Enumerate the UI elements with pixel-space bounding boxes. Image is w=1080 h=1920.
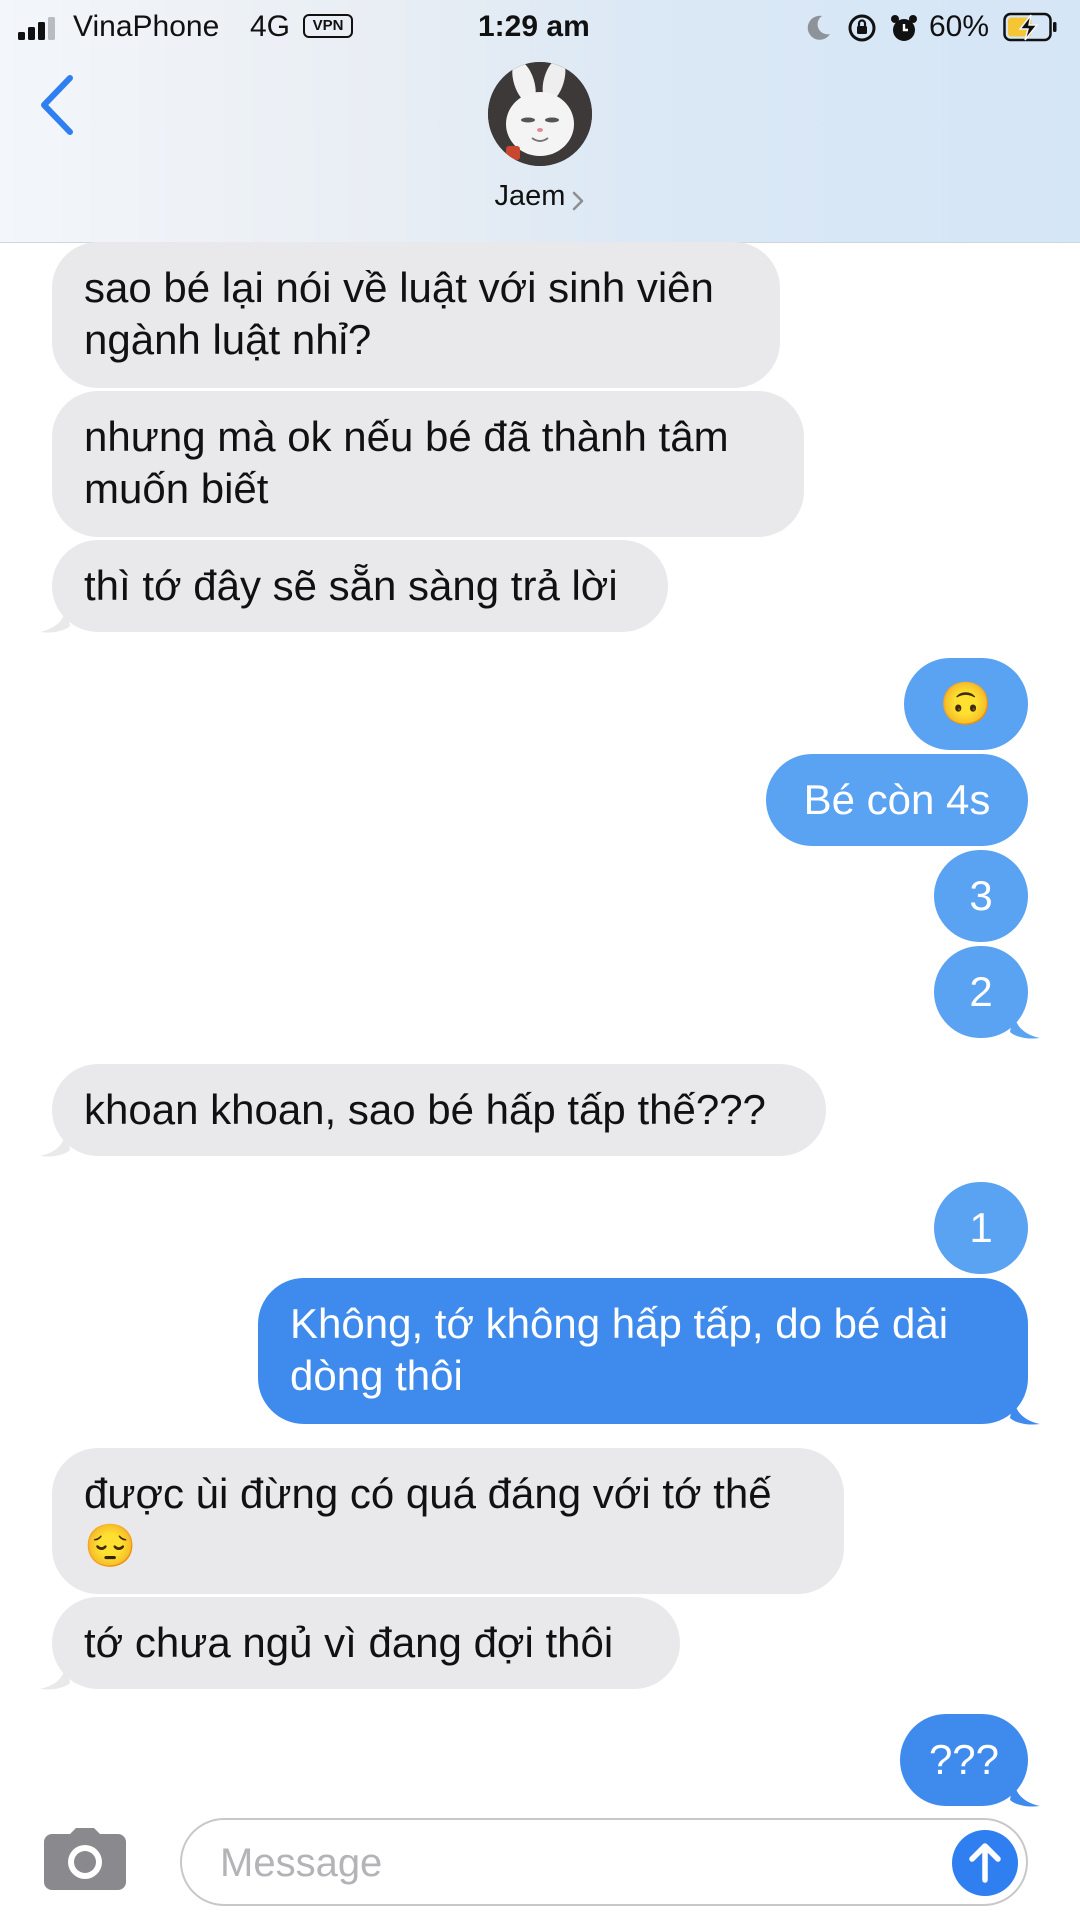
incoming-bubble-tail <box>40 1128 70 1157</box>
message-field[interactable] <box>180 1818 1028 1906</box>
battery-icon <box>1003 12 1057 42</box>
message-text: ??? <box>928 1736 1000 1783</box>
incoming-message[interactable]: được ùi đừng có quá đáng với tớ thế 😔 <box>52 1448 844 1594</box>
contact-avatar[interactable] <box>488 62 592 166</box>
send-button[interactable] <box>952 1830 1018 1896</box>
back-button[interactable] <box>36 72 82 138</box>
message-text: Không, tớ không hấp tấp, do bé dài dòng … <box>290 1300 949 1399</box>
moon-icon <box>807 15 830 40</box>
message-input[interactable] <box>218 1834 902 1892</box>
contact-name-row[interactable]: Jaem <box>0 176 1080 216</box>
incoming-message[interactable]: sao bé lại nói về luật với sinh viên ngà… <box>52 242 780 388</box>
network-type: 4G <box>250 10 291 43</box>
message-text: 🙃 <box>939 680 993 727</box>
carrier-name: VinaPhone <box>73 10 220 43</box>
clock: 1:29 am <box>478 10 590 43</box>
incoming-message[interactable]: nhưng mà ok nếu bé đã thành tâm muốn biế… <box>52 391 804 537</box>
signal-strength-icon <box>18 16 62 40</box>
message-text: khoan khoan, sao bé hấp tấp thế??? <box>84 1086 766 1133</box>
message-text: 2 <box>969 968 993 1015</box>
message-text: Bé còn 4s <box>803 776 991 823</box>
bunny-avatar-image <box>488 62 592 166</box>
incoming-bubble-tail <box>40 604 70 633</box>
camera-icon <box>44 1828 126 1890</box>
messages-screen: VinaPhone 4G VPN 1:29 am 60% Jaem sao bé… <box>0 0 1080 1920</box>
alarm-icon <box>891 15 917 41</box>
incoming-message[interactable]: thì tớ đây sẽ sẵn sàng trả lời <box>52 540 668 632</box>
message-text: được ùi đừng có quá đáng với tớ thế 😔 <box>84 1470 772 1569</box>
incoming-bubble-tail <box>40 1661 70 1690</box>
camera-button[interactable] <box>44 1828 126 1890</box>
outgoing-bubble-tail <box>1010 1010 1040 1039</box>
outgoing-message[interactable]: 3 <box>934 850 1028 942</box>
outgoing-message[interactable]: 1 <box>934 1182 1028 1274</box>
vpn-badge: VPN <box>303 14 353 38</box>
message-text: thì tớ đây sẽ sẵn sàng trả lời <box>84 562 618 609</box>
message-text: 1 <box>969 1204 993 1251</box>
message-text: nhưng mà ok nếu bé đã thành tâm muốn biế… <box>84 413 729 512</box>
message-text: tớ chưa ngủ vì đang đợi thôi <box>84 1619 614 1666</box>
outgoing-message[interactable]: ??? <box>900 1714 1028 1806</box>
outgoing-bubble-tail <box>1010 1778 1040 1807</box>
outgoing-message[interactable]: Bé còn 4s <box>766 754 1028 846</box>
rotation-lock-icon <box>848 14 876 42</box>
contact-name[interactable]: Jaem <box>495 180 566 212</box>
incoming-message[interactable]: tớ chưa ngủ vì đang đợi thôi <box>52 1597 680 1689</box>
outgoing-message[interactable]: Không, tớ không hấp tấp, do bé dài dòng … <box>258 1278 1028 1424</box>
outgoing-message[interactable]: 🙃 <box>904 658 1028 750</box>
battery-percentage: 60% <box>929 10 990 43</box>
conversation-header: VinaPhone 4G VPN 1:29 am 60% Jaem <box>0 0 1080 243</box>
arrow-up-icon <box>969 1843 1001 1883</box>
incoming-message[interactable]: khoan khoan, sao bé hấp tấp thế??? <box>52 1064 826 1156</box>
message-text: sao bé lại nói về luật với sinh viên ngà… <box>84 264 714 363</box>
outgoing-bubble-tail <box>1010 1396 1040 1425</box>
chevron-right-icon <box>573 191 584 211</box>
message-text: 3 <box>969 872 993 919</box>
